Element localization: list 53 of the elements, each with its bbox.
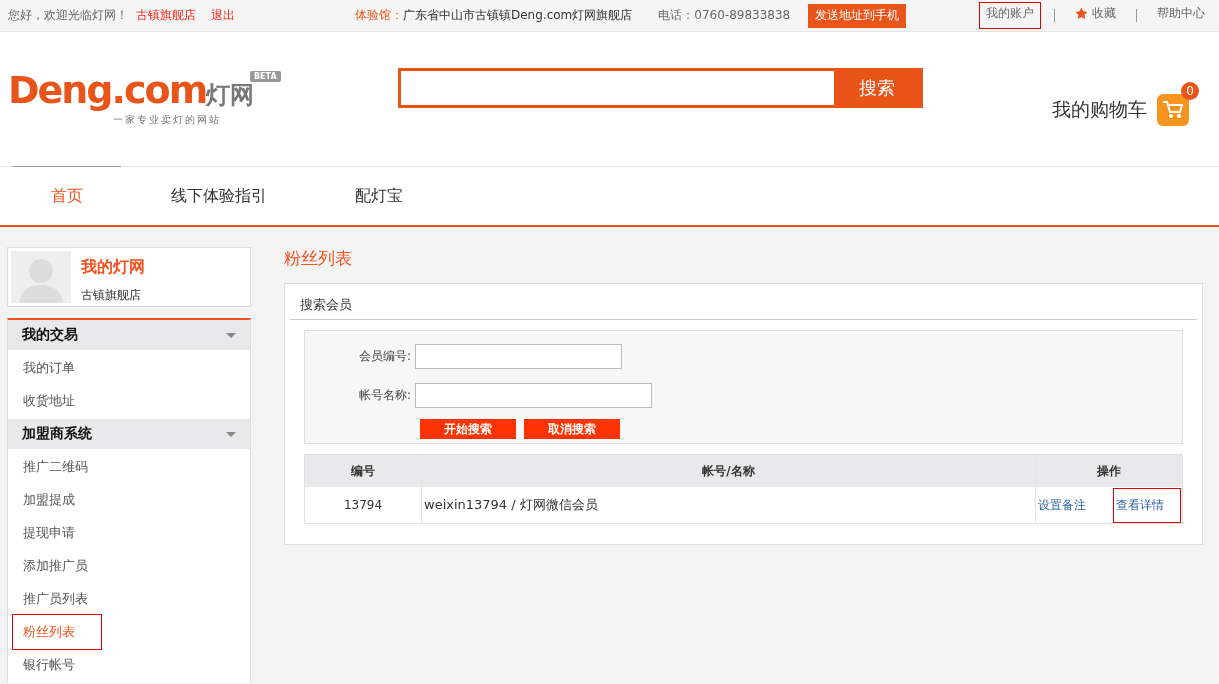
logo-brand-cn: 灯网 — [206, 80, 255, 109]
cart-label[interactable]: 我的购物车 — [1052, 97, 1147, 123]
page-title: 粉丝列表 — [284, 247, 353, 270]
table-cell: 13794 — [305, 487, 422, 523]
profile-name: 古镇旗舰店 — [81, 287, 142, 304]
sidebar-item[interactable]: 粉丝列表 — [15, 617, 99, 647]
field-label: 帐号名称: — [357, 387, 412, 404]
avatar-icon — [11, 251, 71, 303]
sidebar-item[interactable]: 推广二维码 — [15, 452, 99, 482]
cart-icon[interactable] — [1157, 94, 1189, 126]
search-field[interactable]: 搜索 — [398, 68, 923, 108]
search-button[interactable]: 搜索 — [834, 71, 920, 105]
action-link[interactable]: 设置备注 — [1036, 488, 1102, 522]
sidebar-item[interactable]: 推广员列表 — [15, 584, 99, 614]
caret-icon — [226, 431, 236, 437]
top-link[interactable]: 帮助中心 — [1151, 3, 1211, 28]
action-link[interactable]: 查看详情 — [1114, 488, 1180, 522]
beta-badge: BETA — [250, 71, 281, 82]
sidebar-group-header[interactable]: 加盟商系统 — [8, 419, 250, 449]
sidebar-item[interactable]: 银行帐号 — [15, 650, 99, 680]
profile-title: 我的灯网 — [81, 257, 145, 278]
group-title: 加盟商系统 — [22, 425, 92, 443]
send-address-button[interactable]: 发送地址到手机 — [808, 3, 907, 28]
search-start-button[interactable]: 开始搜索 — [420, 419, 516, 439]
group-title: 我的交易 — [22, 326, 78, 344]
panel-title: 搜索会员 — [290, 292, 1197, 320]
table-cell: weixin13794 / 灯网微信会员 — [422, 487, 1036, 523]
sidebar-group-header[interactable]: 我的交易 — [8, 320, 250, 350]
input-field[interactable] — [415, 383, 652, 408]
field-label: 会员编号: — [357, 348, 412, 365]
nav-tab[interactable]: 首页 — [13, 166, 121, 225]
sidebar-item[interactable]: 添加推广员 — [15, 551, 99, 581]
sidebar-item[interactable]: 加盟提成 — [15, 485, 99, 515]
sidebar-item[interactable]: 提现申请 — [15, 518, 99, 548]
logout-link[interactable]: 退出 — [211, 7, 235, 24]
nav-tab[interactable]: 配灯宝 — [311, 166, 447, 225]
cart-count-badge: 0 — [1181, 82, 1199, 100]
column-header: 操作 — [1096, 462, 1122, 480]
greeting-text: 您好，欢迎光临灯网！ — [8, 7, 128, 24]
star-icon — [1075, 7, 1088, 20]
phone-text: 电话：0760-89833838 — [658, 7, 791, 24]
logo-tagline: 一家专业卖灯的网站 — [113, 112, 222, 127]
top-link[interactable]: 收藏 — [1069, 3, 1122, 28]
input-field[interactable] — [415, 344, 622, 369]
nav-tab[interactable]: 线下体验指引 — [127, 166, 311, 225]
user-link[interactable]: 古镇旗舰店 — [136, 7, 196, 24]
top-link[interactable]: 我的账户 — [980, 3, 1040, 28]
sidebar-item[interactable]: 我的订单 — [15, 353, 99, 383]
caret-icon — [226, 332, 236, 338]
search-cancel-button[interactable]: 取消搜索 — [524, 419, 620, 439]
showroom-address: 广东省中山市古镇镇Deng.com灯网旗舰店 — [403, 7, 633, 24]
showroom-label: 体验馆： — [355, 7, 403, 24]
sidebar-item[interactable]: 收货地址 — [15, 386, 99, 416]
